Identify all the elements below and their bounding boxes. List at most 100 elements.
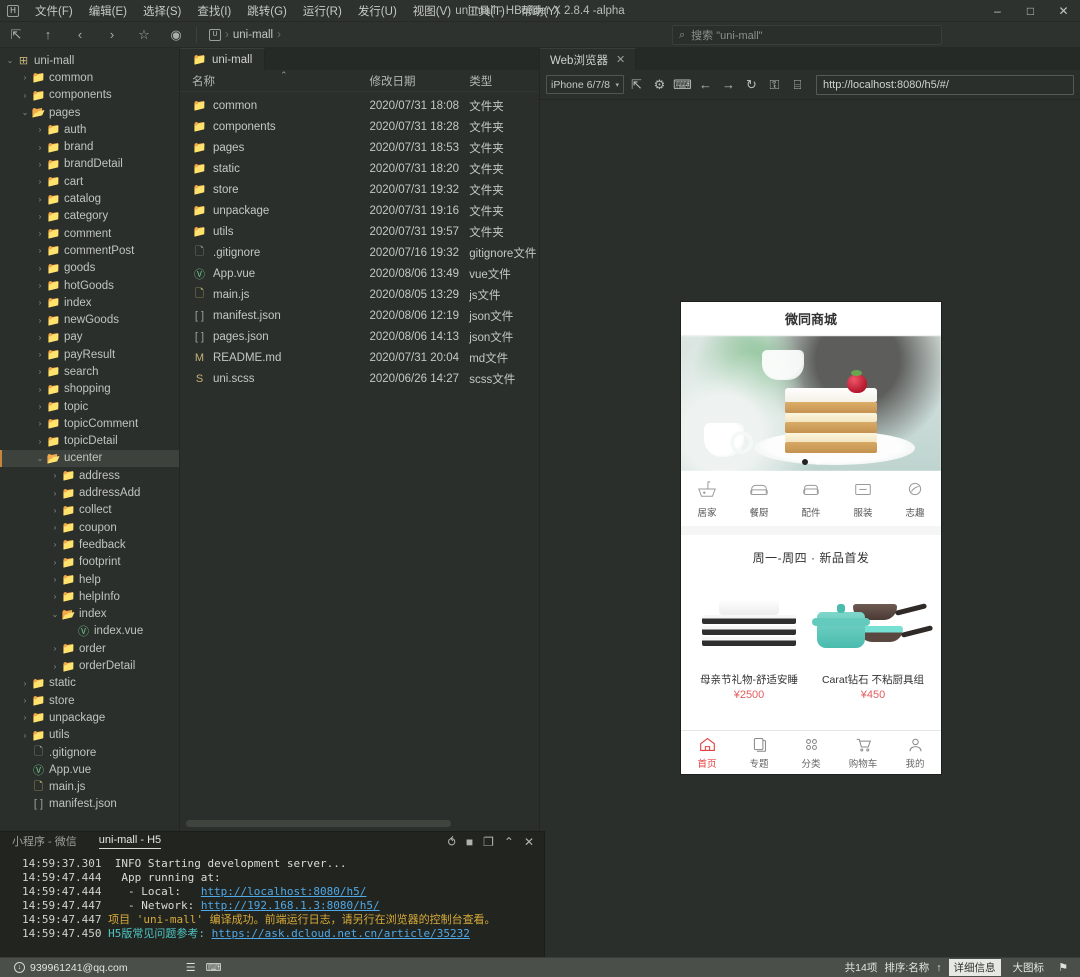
tree-item-payresult[interactable]: › 📁 payResult bbox=[0, 346, 179, 363]
chevron-right-icon[interactable]: › bbox=[19, 91, 31, 100]
tree-item-index-vue[interactable]: ·Ⓥindex.vue bbox=[0, 623, 179, 640]
close-button[interactable]: ✕ bbox=[1047, 0, 1080, 22]
open-console-icon[interactable]: ❐ bbox=[483, 835, 494, 849]
tree-item-store[interactable]: › 📁 store bbox=[0, 692, 179, 709]
chevron-right-icon[interactable]: › bbox=[34, 264, 46, 273]
file-row[interactable]: Ⓥ App.vue 2020/08/06 13:49 vue文件 bbox=[180, 263, 539, 284]
chevron-down-icon[interactable]: ⌄ bbox=[19, 108, 31, 117]
tabbar-item-cart[interactable]: 购物车 bbox=[837, 736, 889, 770]
tree-item-comment[interactable]: › 📁 comment bbox=[0, 225, 179, 242]
tree-item-collect[interactable]: › 📁 collect bbox=[0, 502, 179, 519]
chevron-right-icon[interactable]: › bbox=[19, 73, 31, 82]
category-item-kitchen[interactable]: 餐厨 bbox=[733, 479, 785, 519]
chevron-right-icon[interactable]: › bbox=[19, 731, 31, 740]
breadcrumb-project[interactable]: uni-mall bbox=[233, 29, 273, 41]
file-row[interactable]: M README.md 2020/07/31 20:04 md文件 bbox=[180, 347, 539, 368]
column-header-name[interactable]: 名称 ⌃ bbox=[180, 70, 369, 89]
chevron-right-icon[interactable]: › bbox=[49, 592, 61, 601]
file-row[interactable]: 📁 pages 2020/07/31 18:53 文件夹 bbox=[180, 137, 539, 158]
tree-item-coupon[interactable]: › 📁 coupon bbox=[0, 519, 179, 536]
chevron-right-icon[interactable]: › bbox=[34, 385, 46, 394]
tree-item-address[interactable]: › 📁 address bbox=[0, 467, 179, 484]
carousel-dot-2[interactable] bbox=[814, 459, 821, 465]
menu-tools[interactable]: 工具(T) bbox=[459, 0, 513, 22]
tree-item-static[interactable]: › 📁 static bbox=[0, 675, 179, 692]
menu-publish[interactable]: 发行(U) bbox=[350, 0, 405, 22]
carousel-dot-1[interactable] bbox=[801, 459, 808, 465]
product-card-1[interactable]: 母亲节礼物-舒适安睡 ¥2500 bbox=[687, 574, 811, 701]
tree-item-newgoods[interactable]: › 📁 newGoods bbox=[0, 311, 179, 328]
back-arrow-icon[interactable]: ‹ bbox=[67, 24, 93, 46]
chevron-right-icon[interactable]: › bbox=[49, 489, 61, 498]
menu-view[interactable]: 视图(V) bbox=[405, 0, 459, 22]
breadcrumb-root-icon[interactable]: U bbox=[209, 28, 221, 41]
menu-edit[interactable]: 编辑(E) bbox=[81, 0, 135, 22]
tree-item-footprint[interactable]: › 📁 footprint bbox=[0, 554, 179, 571]
notification-bell-icon[interactable]: ⚑ bbox=[1056, 961, 1070, 974]
tree-item-order[interactable]: › 📁 order bbox=[0, 640, 179, 657]
forward-arrow-icon[interactable]: › bbox=[99, 24, 125, 46]
device-selector[interactable]: iPhone 6/7/8 ▾ bbox=[546, 75, 624, 94]
chevron-right-icon[interactable]: › bbox=[34, 419, 46, 428]
tree-item-topiccomment[interactable]: › 📁 topicComment bbox=[0, 415, 179, 432]
file-row[interactable]: Suni.scss 2020/06/26 14:27 scss文件 bbox=[180, 368, 539, 389]
carousel-indicators[interactable] bbox=[681, 459, 941, 465]
console-link[interactable]: http://192.168.1.3:8080/h5/ bbox=[201, 899, 380, 912]
up-arrow-icon[interactable]: ↑ bbox=[35, 24, 61, 46]
chevron-right-icon[interactable]: › bbox=[34, 350, 46, 359]
menu-select[interactable]: 选择(S) bbox=[135, 0, 189, 22]
tree-item-orderdetail[interactable]: › 📁 orderDetail bbox=[0, 657, 179, 674]
search-input[interactable]: ⌕ 搜索 "uni-mall" bbox=[672, 25, 942, 45]
collapse-icon[interactable]: ⌃ bbox=[504, 835, 514, 849]
file-row[interactable]: 📁 unpackage 2020/07/31 19:16 文件夹 bbox=[180, 200, 539, 221]
chevron-down-icon[interactable]: ⌄ bbox=[34, 454, 46, 463]
tabbar-item-category[interactable]: 分类 bbox=[785, 736, 837, 770]
view-detail-button[interactable]: 详细信息 bbox=[948, 959, 1001, 976]
outline-icon[interactable]: ☰ bbox=[184, 961, 198, 974]
lock-icon[interactable]: ⚿ bbox=[764, 74, 785, 95]
file-row[interactable]: [ ] pages.json 2020/08/06 14:13 json文件 bbox=[180, 326, 539, 347]
tree-item--gitignore[interactable]: ·🗋 .gitignore bbox=[0, 744, 179, 761]
console-tab-h5[interactable]: uni-mall - H5 bbox=[98, 834, 162, 849]
column-header-type[interactable]: 类型 bbox=[469, 73, 539, 89]
account-info[interactable]: ↓ 939961241@qq.com bbox=[14, 962, 128, 974]
forward-icon[interactable]: → bbox=[718, 74, 739, 95]
chevron-right-icon[interactable]: › bbox=[34, 229, 46, 238]
chevron-right-icon[interactable]: › bbox=[19, 679, 31, 688]
sort-label[interactable]: 排序:名称 bbox=[884, 960, 929, 975]
category-item-hobby[interactable]: 志趣 bbox=[889, 479, 941, 519]
chevron-right-icon[interactable]: › bbox=[34, 160, 46, 169]
url-input[interactable]: http://localhost:8080/h5/#/ bbox=[816, 74, 1074, 95]
chevron-right-icon[interactable]: › bbox=[34, 316, 46, 325]
chevron-right-icon[interactable]: › bbox=[49, 558, 61, 567]
chevron-right-icon[interactable]: › bbox=[34, 333, 46, 342]
tabbar-item-mine[interactable]: 我的 bbox=[889, 736, 941, 770]
menu-help[interactable]: 帮助(Y) bbox=[513, 0, 567, 22]
tree-item-topicdetail[interactable]: › 📁 topicDetail bbox=[0, 433, 179, 450]
chevron-right-icon[interactable]: › bbox=[34, 195, 46, 204]
chevron-right-icon[interactable]: › bbox=[34, 281, 46, 290]
sort-direction-icon[interactable]: ↑ bbox=[936, 962, 941, 974]
file-row[interactable]: 📁 utils 2020/07/31 19:57 文件夹 bbox=[180, 221, 539, 242]
file-row[interactable]: [ ] manifest.json 2020/08/06 12:19 json文件 bbox=[180, 305, 539, 326]
browser-tab-web[interactable]: Web浏览器 ✕ bbox=[540, 48, 637, 70]
chevron-right-icon[interactable]: › bbox=[34, 437, 46, 446]
clear-icon[interactable]: ✕ bbox=[524, 835, 534, 849]
tree-item-pages[interactable]: ⌄ 📂 pages bbox=[0, 104, 179, 121]
chevron-right-icon[interactable]: › bbox=[34, 125, 46, 134]
tree-item-common[interactable]: › 📁 common bbox=[0, 69, 179, 86]
chevron-right-icon[interactable]: › bbox=[34, 246, 46, 255]
back-icon[interactable]: ← bbox=[695, 74, 716, 95]
chevron-right-icon[interactable]: › bbox=[34, 402, 46, 411]
tree-item-branddetail[interactable]: › 📁 brandDetail bbox=[0, 156, 179, 173]
tabbar-item-home[interactable]: 首页 bbox=[681, 736, 733, 770]
rerun-icon[interactable]: ⥀ bbox=[448, 835, 456, 849]
open-external-icon[interactable]: ⇱ bbox=[626, 74, 647, 95]
chevron-right-icon[interactable]: › bbox=[49, 471, 61, 480]
settings-gear-icon[interactable]: ⚙ bbox=[649, 74, 670, 95]
tree-item-addressadd[interactable]: › 📁 addressAdd bbox=[0, 484, 179, 501]
tree-item-utils[interactable]: › 📁 utils bbox=[0, 727, 179, 744]
chevron-right-icon[interactable]: › bbox=[49, 662, 61, 671]
star-icon[interactable]: ☆ bbox=[131, 24, 157, 46]
new-window-icon[interactable]: ⇱ bbox=[3, 24, 29, 46]
